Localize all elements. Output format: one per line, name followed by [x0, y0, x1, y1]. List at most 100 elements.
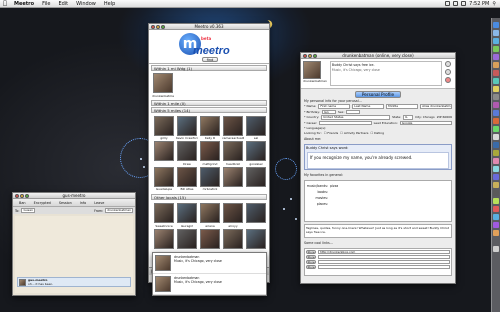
user-cell[interactable]: cameraactuality	[222, 115, 244, 140]
ichat-icon[interactable]	[493, 46, 499, 52]
chat-log[interactable]: gus-meetro oh... it has been.	[15, 216, 133, 293]
user-cell[interactable]: elroyy	[222, 203, 244, 228]
favorite-row[interactable]: music/bands: pizza	[306, 184, 450, 188]
user-cell[interactable]: lauragirl	[176, 203, 198, 228]
spotlight-icon[interactable]: ⚲	[492, 1, 496, 7]
to-select[interactable]: Gusan	[21, 208, 35, 213]
tagline-field[interactable]: Taglines, quotes, funny one-liners! What…	[304, 224, 452, 238]
mini-row[interactable]: drunkenbatman Music, it's Chicago, very …	[153, 253, 266, 274]
battery-icon[interactable]	[461, 1, 467, 6]
avatar[interactable]	[223, 141, 243, 161]
self-card[interactable]: drunkenbatman	[149, 72, 269, 99]
user-cell[interactable]: ariana	[199, 203, 221, 228]
avatar[interactable]	[154, 141, 174, 161]
avatar[interactable]	[154, 166, 174, 187]
finder-icon[interactable]	[493, 22, 499, 28]
block-icon[interactable]	[445, 77, 451, 83]
career-field[interactable]	[319, 120, 372, 125]
avatar[interactable]	[177, 228, 197, 249]
photo-icon[interactable]	[493, 62, 499, 68]
avatar[interactable]	[177, 166, 197, 187]
close-button[interactable]	[303, 54, 307, 58]
link-field[interactable]: http://drunkenblog.com	[318, 250, 450, 254]
avatar[interactable]	[200, 141, 220, 161]
app-icon[interactable]	[493, 166, 499, 172]
favorite-row[interactable]: movies:	[306, 196, 450, 200]
section-header-5miles[interactable]: Within 5 miles (14)	[151, 106, 267, 113]
avatar[interactable]	[246, 166, 266, 187]
first-name-field[interactable]: First name	[318, 104, 351, 109]
profile-titlebar[interactable]: drunkenbatman (online, very close)	[301, 53, 455, 59]
sex-field[interactable]	[346, 109, 361, 114]
avatar[interactable]	[303, 61, 321, 79]
favorite-row[interactable]: books:	[306, 190, 450, 194]
section-header-nearby[interactable]: Within 1 mi Wdg (1)	[151, 65, 267, 71]
avatar[interactable]	[177, 203, 197, 223]
close-button[interactable]	[151, 25, 155, 29]
avatar[interactable]	[223, 115, 243, 136]
app-icon[interactable]	[493, 198, 499, 204]
app-icon[interactable]	[493, 134, 499, 140]
section-header-other[interactable]: Other locals (15)	[151, 194, 267, 200]
itunes-icon[interactable]	[493, 54, 499, 60]
app-icon[interactable]	[493, 230, 499, 236]
app-icon[interactable]	[493, 110, 499, 116]
minimize-button[interactable]	[20, 194, 24, 198]
clock[interactable]: 7:52 PM	[469, 1, 489, 7]
from-select[interactable]: drunkenbatman	[105, 208, 133, 213]
info-icon[interactable]	[445, 69, 451, 75]
favorite-row[interactable]: places:	[306, 202, 450, 206]
link-field[interactable]	[318, 260, 450, 264]
avatar[interactable]	[153, 73, 173, 93]
app-icon[interactable]	[493, 142, 499, 148]
link-field[interactable]	[318, 255, 450, 259]
zoom-button[interactable]	[313, 54, 317, 58]
last-name-field[interactable]: Last Name	[352, 104, 385, 109]
trash-icon[interactable]	[493, 246, 499, 252]
app-icon[interactable]	[493, 118, 499, 124]
toolbar-info[interactable]: Info	[80, 201, 86, 205]
avatar[interactable]	[177, 115, 197, 136]
user-cell[interactable]	[199, 228, 221, 250]
tab-personal-profile[interactable]: Personal Profile	[354, 91, 402, 98]
user-cell[interactable]: mattgrind	[199, 141, 221, 166]
avatar[interactable]	[223, 228, 243, 249]
app-icon[interactable]	[493, 150, 499, 156]
avatar[interactable]	[154, 228, 174, 249]
avatar[interactable]	[154, 203, 174, 223]
user-cell[interactable]: Guadalupe	[153, 166, 175, 191]
user-cell[interactable]	[222, 228, 244, 250]
about-me-field[interactable]: If you recognize my name, you're already…	[307, 152, 449, 169]
user-cell[interactable]: drunkenbatman	[152, 73, 174, 98]
menu-file[interactable]: File	[38, 1, 54, 7]
volume-icon[interactable]	[453, 1, 459, 6]
app-icon[interactable]	[493, 190, 499, 196]
avatar[interactable]	[200, 115, 220, 136]
mini-row[interactable]: drunkenbatman Music, it's Chicago, very …	[153, 274, 266, 295]
country-field[interactable]: United States	[321, 115, 391, 120]
birthday-field[interactable]: Jan	[321, 109, 336, 114]
bluetooth-icon[interactable]	[445, 1, 451, 6]
app-icon[interactable]	[493, 86, 499, 92]
toolbar-encrypted[interactable]: Encrypted	[34, 201, 51, 205]
user-cell[interactable]: Bill Atlas	[176, 166, 198, 191]
checkbox-dating[interactable]: ☐ Dating	[370, 131, 384, 135]
store-button[interactable]: Store	[306, 250, 316, 254]
avatar[interactable]	[246, 203, 266, 223]
app-icon[interactable]	[493, 102, 499, 108]
user-cell[interactable]	[245, 166, 267, 192]
avatar[interactable]	[154, 115, 174, 136]
avatar[interactable]	[246, 228, 266, 249]
app-icon[interactable]	[493, 182, 499, 188]
state-field[interactable]: IL	[403, 115, 414, 120]
user-cell[interactable]: Kelly R	[199, 115, 221, 140]
section-header-1mile[interactable]: Within 1 mile (0)	[151, 99, 267, 106]
chat-titlebar[interactable]: gus-meetro	[13, 193, 135, 199]
user-cell[interactable]: Drew	[176, 141, 198, 166]
apple-menu-icon[interactable]: 	[0, 0, 10, 7]
education-field[interactable]: Google	[399, 120, 453, 125]
safari-icon[interactable]	[493, 38, 499, 44]
app-menu[interactable]: Meetro	[10, 1, 38, 7]
close-button[interactable]	[15, 194, 19, 198]
app-icon[interactable]	[493, 126, 499, 132]
